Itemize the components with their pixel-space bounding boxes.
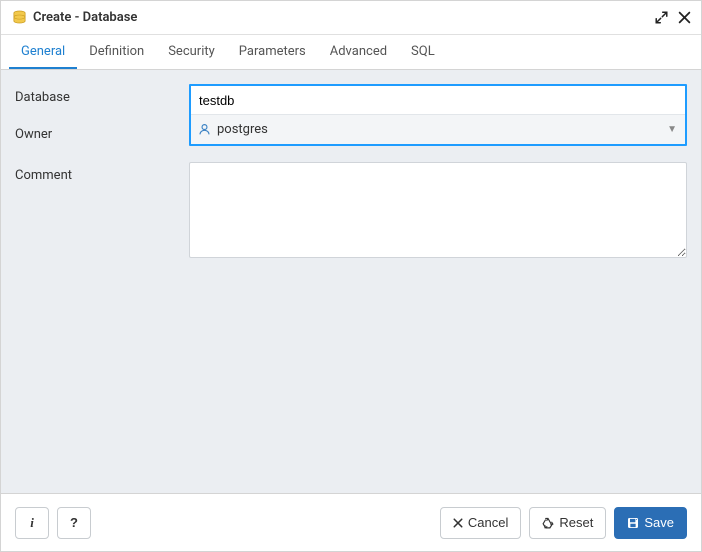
user-icon — [197, 123, 211, 137]
label-owner-text: Owner — [15, 127, 189, 142]
titlebar: Create - Database — [1, 1, 701, 35]
chevron-down-icon: ▼ — [667, 124, 677, 135]
recycle-icon — [542, 517, 554, 529]
tab-security[interactable]: Security — [156, 35, 227, 69]
create-database-dialog: Create - Database General Definition Sec… — [0, 0, 702, 552]
highlighted-fields: postgres ▼ — [189, 84, 687, 146]
help-button[interactable]: ? — [57, 507, 91, 539]
title-actions — [655, 11, 691, 24]
close-icon-small — [453, 518, 463, 528]
tabs: General Definition Security Parameters A… — [1, 35, 701, 70]
expand-icon[interactable] — [655, 11, 668, 24]
save-icon — [627, 517, 639, 529]
save-label: Save — [644, 515, 674, 530]
dialog-title: Create - Database — [33, 10, 655, 25]
save-button[interactable]: Save — [614, 507, 687, 539]
info-icon: i — [30, 515, 34, 531]
form-body: Database Owner postgres — [1, 70, 701, 493]
label-database-text: Database — [15, 90, 189, 105]
tab-parameters[interactable]: Parameters — [227, 35, 318, 69]
close-icon[interactable] — [678, 11, 691, 24]
tab-definition[interactable]: Definition — [77, 35, 156, 69]
control-comment — [189, 162, 687, 262]
tab-sql[interactable]: SQL — [399, 35, 447, 69]
row-comment: Comment — [15, 162, 687, 262]
database-input[interactable] — [191, 86, 685, 114]
info-button[interactable]: i — [15, 507, 49, 539]
row-database-owner: Database Owner postgres — [15, 84, 687, 146]
label-comment: Comment — [15, 162, 189, 183]
cancel-button[interactable]: Cancel — [440, 507, 521, 539]
cancel-label: Cancel — [468, 515, 508, 530]
tab-advanced[interactable]: Advanced — [318, 35, 399, 69]
database-icon — [11, 10, 27, 26]
owner-select[interactable]: postgres ▼ — [191, 114, 685, 144]
reset-label: Reset — [559, 515, 593, 530]
control-database-owner: postgres ▼ — [189, 84, 687, 146]
owner-value: postgres — [217, 122, 679, 137]
help-icon: ? — [70, 515, 78, 530]
footer: i ? Cancel Reset — [1, 493, 701, 551]
reset-button[interactable]: Reset — [529, 507, 606, 539]
label-database: Database Owner — [15, 84, 189, 142]
comment-input[interactable] — [189, 162, 687, 258]
tab-general[interactable]: General — [9, 35, 77, 69]
